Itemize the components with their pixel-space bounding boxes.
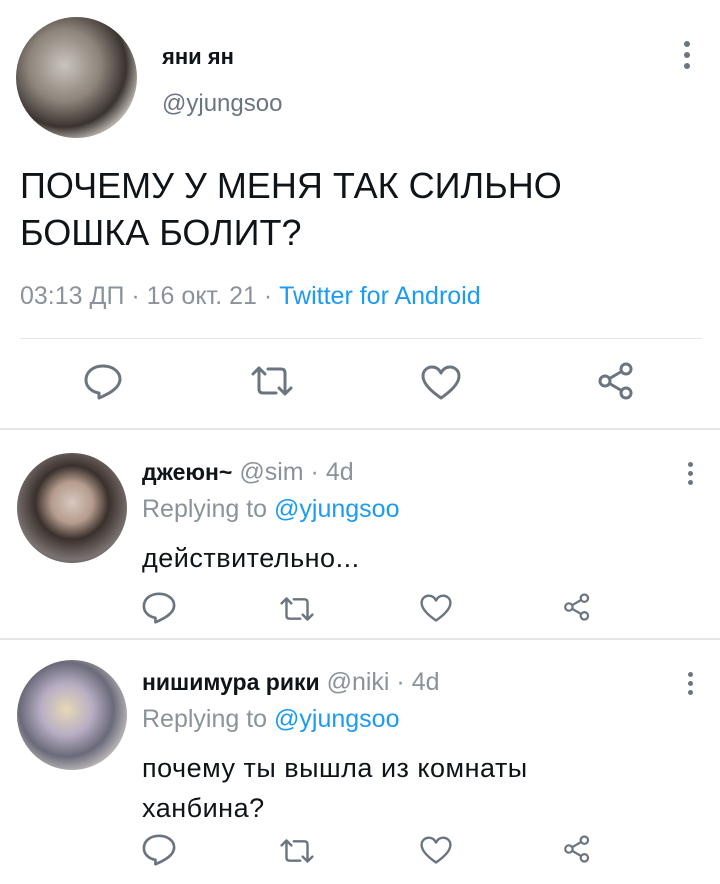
tweet-metadata: 03:13 ДП · 16 окт. 21 · Twitter for Andr… bbox=[20, 282, 481, 311]
replying-to-label: Replying to bbox=[142, 495, 268, 523]
tweet-text-line: ПОЧЕМУ У МЕНЯ ТАК СИЛЬНО bbox=[20, 165, 562, 206]
reply-author-name[interactable]: джеюн~ bbox=[142, 459, 232, 485]
tweet-text-line: БОШКА БОЛИТ? bbox=[20, 212, 302, 253]
retweet-icon[interactable] bbox=[280, 838, 314, 864]
like-icon[interactable] bbox=[421, 365, 461, 401]
reply-header: джеюн~ @sim · 4d bbox=[142, 458, 354, 487]
meta-separator: · bbox=[263, 282, 273, 310]
replying-to-label: Replying to bbox=[142, 705, 268, 733]
divider bbox=[20, 338, 702, 339]
reply-author-handle[interactable]: @sim bbox=[239, 458, 303, 486]
reply-author-handle[interactable]: @niki bbox=[327, 668, 390, 696]
replying-to-mention[interactable]: @yjungsoo bbox=[274, 495, 399, 523]
author-name[interactable]: яни ян bbox=[162, 44, 234, 70]
reply-icon[interactable] bbox=[142, 592, 176, 624]
replying-to-mention[interactable]: @yjungsoo bbox=[274, 705, 399, 733]
reply-age: 4d bbox=[325, 458, 354, 486]
reply-tweet[interactable]: нишимура рики @niki · 4d Replying to @yj… bbox=[0, 642, 720, 884]
reply-author-avatar[interactable] bbox=[17, 453, 127, 563]
author-avatar[interactable] bbox=[16, 17, 137, 138]
author-handle[interactable]: @yjungsoo bbox=[162, 90, 282, 118]
replying-to: Replying to @yjungsoo bbox=[142, 495, 399, 524]
meta-separator: · bbox=[131, 282, 140, 310]
like-icon[interactable] bbox=[420, 594, 452, 623]
reply-text: почему ты вышла из комнаты ханбина? bbox=[142, 748, 682, 828]
reply-header: нишимура рики @niki · 4d bbox=[142, 668, 440, 697]
more-options-icon[interactable] bbox=[688, 672, 694, 699]
more-options-icon[interactable] bbox=[688, 462, 694, 489]
share-icon[interactable] bbox=[563, 593, 591, 621]
meta-separator: · bbox=[310, 458, 319, 486]
reply-text-line: действительно... bbox=[142, 543, 360, 573]
meta-separator: · bbox=[396, 668, 405, 696]
reply-text-line: ханбина? bbox=[142, 793, 265, 823]
tweet-text: ПОЧЕМУ У МЕНЯ ТАК СИЛЬНО БОШКА БОЛИТ? bbox=[20, 162, 700, 256]
reply-tweet[interactable]: джеюн~ @sim · 4d Replying to @yjungsoo д… bbox=[0, 432, 720, 640]
retweet-icon[interactable] bbox=[251, 365, 293, 397]
tweet-date: 16 окт. 21 bbox=[146, 282, 257, 310]
share-icon[interactable] bbox=[563, 835, 591, 863]
reply-icon[interactable] bbox=[142, 834, 176, 866]
reply-text-line: почему ты вышла из комнаты bbox=[142, 753, 528, 783]
tweet-source[interactable]: Twitter for Android bbox=[279, 282, 480, 310]
share-icon[interactable] bbox=[597, 362, 635, 400]
reply-author-avatar[interactable] bbox=[17, 660, 127, 770]
reply-author-name[interactable]: нишимура рики bbox=[142, 669, 320, 695]
tweet-time: 03:13 ДП bbox=[20, 282, 125, 310]
replying-to: Replying to @yjungsoo bbox=[142, 705, 399, 734]
reply-text: действительно... bbox=[142, 538, 682, 578]
like-icon[interactable] bbox=[420, 836, 452, 865]
reply-age: 4d bbox=[411, 668, 440, 696]
reply-icon[interactable] bbox=[84, 364, 122, 400]
main-tweet: яни ян @yjungsoo ПОЧЕМУ У МЕНЯ ТАК СИЛЬН… bbox=[0, 0, 720, 430]
retweet-icon[interactable] bbox=[280, 596, 314, 622]
more-options-icon[interactable] bbox=[684, 41, 690, 74]
